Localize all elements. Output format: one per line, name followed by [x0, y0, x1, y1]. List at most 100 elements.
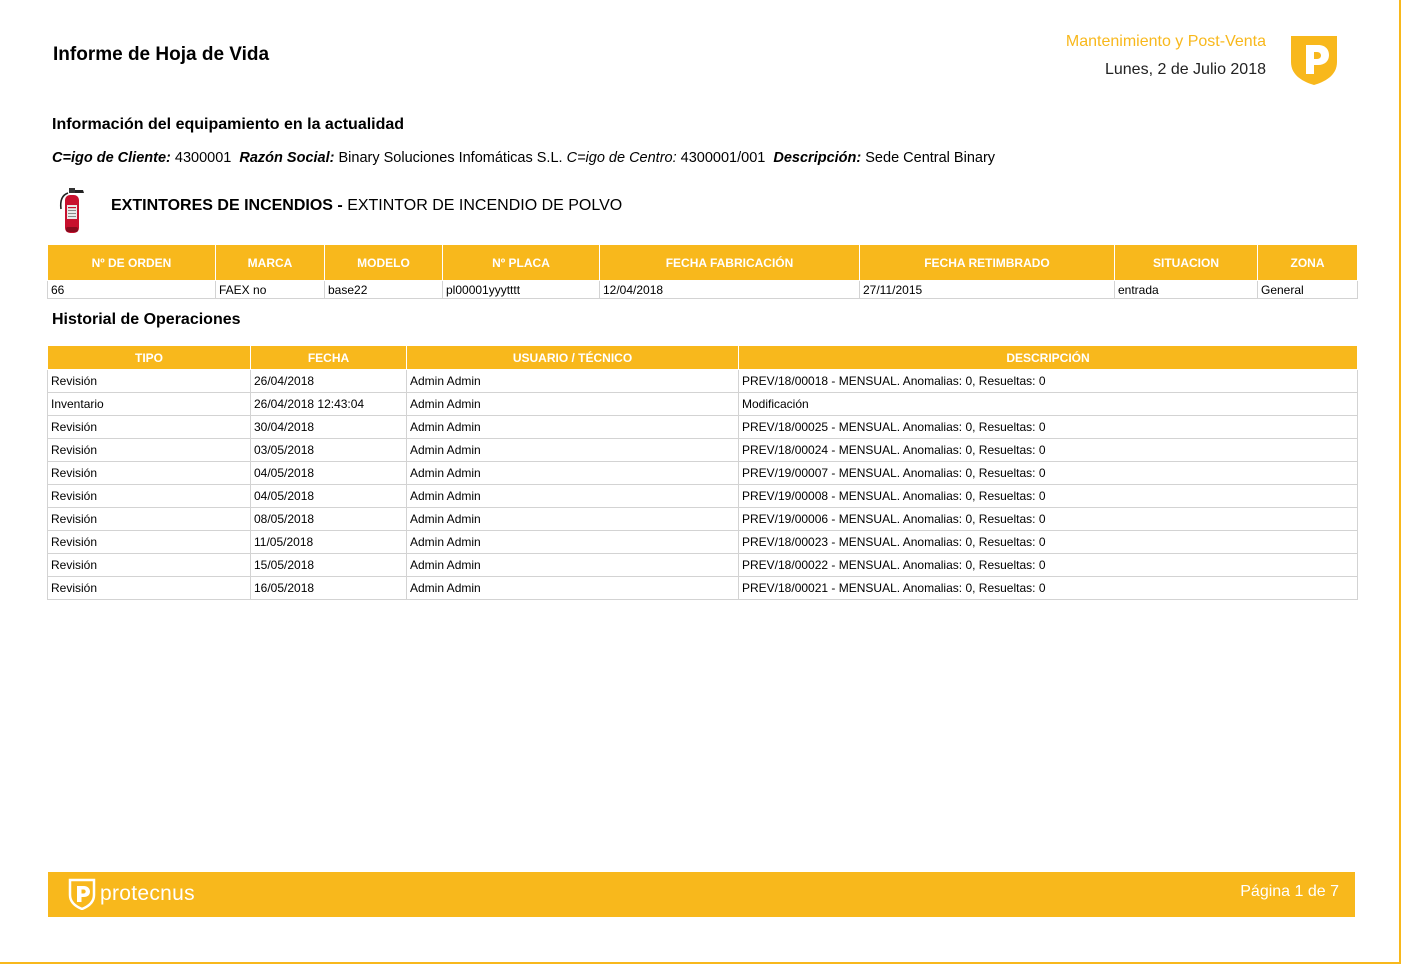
centro-code-value: 4300001/001 [680, 150, 766, 166]
cell-descripcion: PREV/19/00007 - MENSUAL. Anomalias: 0, R… [738, 461, 1358, 485]
razon-social-label: Razón Social: [239, 150, 335, 166]
cell-fecha: 11/05/2018 [250, 530, 407, 554]
cell-usuario: Admin Admin [406, 530, 739, 554]
cell-tipo: Revisión [47, 369, 251, 393]
table-row: Inventario 26/04/2018 12:43:04 Admin Adm… [47, 392, 1358, 416]
table-row: 66 FAEX no base22 pl00001yyytttt 12/04/2… [47, 280, 1358, 299]
cell-usuario: Admin Admin [406, 369, 739, 393]
table-row: Revisión 04/05/2018 Admin Admin PREV/19/… [47, 461, 1358, 485]
cell-descripcion: PREV/18/00018 - MENSUAL. Anomalias: 0, R… [738, 369, 1358, 393]
column-header-situacion: SITUACION [1114, 244, 1258, 281]
equipment-situacion: entrada [1114, 280, 1258, 299]
equipment-heading: EXTINTORES DE INCENDIOS - EXTINTOR DE IN… [111, 197, 622, 215]
column-header-tipo: TIPO [47, 345, 251, 370]
cell-descripcion: PREV/18/00022 - MENSUAL. Anomalias: 0, R… [738, 553, 1358, 577]
cell-fecha: 30/04/2018 [250, 415, 407, 439]
cell-descripcion: Modificación [738, 392, 1358, 416]
table-row: Revisión 16/05/2018 Admin Admin PREV/18/… [47, 576, 1358, 600]
cell-usuario: Admin Admin [406, 484, 739, 508]
equipment-section-title: Información del equipamiento en la actua… [52, 116, 405, 133]
cell-usuario: Admin Admin [406, 461, 739, 485]
equipment-modelo: base22 [324, 280, 443, 299]
equipment-marca: FAEX no [215, 280, 325, 299]
column-header-marca: MARCA [215, 244, 325, 281]
cell-tipo: Revisión [47, 530, 251, 554]
cell-descripcion: PREV/19/00006 - MENSUAL. Anomalias: 0, R… [738, 507, 1358, 531]
operations-history-table: TIPO FECHA USUARIO / TÉCNICO DESCRIPCIÓN… [47, 345, 1358, 600]
table-row: Revisión 15/05/2018 Admin Admin PREV/18/… [47, 553, 1358, 577]
column-header-fecha: FECHA [250, 345, 407, 370]
protecnus-p-logo-icon [68, 878, 96, 910]
cell-descripcion: PREV/18/00021 - MENSUAL. Anomalias: 0, R… [738, 576, 1358, 600]
cell-descripcion: PREV/18/00024 - MENSUAL. Anomalias: 0, R… [738, 438, 1358, 462]
history-header-row: TIPO FECHA USUARIO / TÉCNICO DESCRIPCIÓN [47, 345, 1358, 370]
equipment-category: EXTINTORES DE INCENDIOS - [111, 197, 343, 214]
centro-code-label: C=igo de Centro: [566, 150, 677, 166]
history-section-title: Historial de Operaciones [52, 311, 241, 328]
equipment-table: Nº DE ORDEN MARCA MODELO Nº PLACA FECHA … [47, 244, 1358, 299]
cell-tipo: Revisión [47, 576, 251, 600]
footer-logo: protecnus [68, 878, 195, 910]
page-footer: protecnus Página 1 de 7 [48, 872, 1355, 917]
protecnus-logo-icon [1291, 36, 1337, 85]
cell-fecha: 26/04/2018 12:43:04 [250, 392, 407, 416]
description-value: Sede Central Binary [865, 150, 996, 166]
cell-usuario: Admin Admin [406, 576, 739, 600]
table-row: Revisión 26/04/2018 Admin Admin PREV/18/… [47, 369, 1358, 393]
cell-usuario: Admin Admin [406, 415, 739, 439]
page-number: Página 1 de 7 [1240, 883, 1339, 900]
cell-fecha: 15/05/2018 [250, 553, 407, 577]
cell-fecha: 26/04/2018 [250, 369, 407, 393]
cell-fecha: 08/05/2018 [250, 507, 407, 531]
cell-tipo: Revisión [47, 438, 251, 462]
cell-usuario: Admin Admin [406, 438, 739, 462]
report-date: Lunes, 2 de Julio 2018 [1104, 61, 1266, 78]
equipment-fabricacion: 12/04/2018 [599, 280, 860, 299]
column-header-fabricacion: FECHA FABRICACIÓN [599, 244, 860, 281]
cell-tipo: Revisión [47, 461, 251, 485]
department-label: Mantenimiento y Post-Venta [1065, 33, 1266, 50]
razon-social-value: Binary Soluciones Infomáticas S.L. [338, 150, 563, 166]
cell-fecha: 04/05/2018 [250, 484, 407, 508]
column-header-zona: ZONA [1257, 244, 1358, 281]
equipment-placa: pl00001yyytttt [442, 280, 600, 299]
cell-tipo: Revisión [47, 507, 251, 531]
report-page: Informe de Hoja de Vida Mantenimiento y … [0, 0, 1401, 964]
cell-descripcion: PREV/18/00025 - MENSUAL. Anomalias: 0, R… [738, 415, 1358, 439]
cell-fecha: 03/05/2018 [250, 438, 407, 462]
column-header-usuario: USUARIO / TÉCNICO [406, 345, 739, 370]
equipment-retimbrado: 27/11/2015 [859, 280, 1115, 299]
cell-tipo: Inventario [47, 392, 251, 416]
client-code-value: 4300001 [174, 150, 232, 166]
column-header-orden: Nº DE ORDEN [47, 244, 216, 281]
client-code-label: C=igo de Cliente: [52, 150, 171, 166]
table-row: Revisión 11/05/2018 Admin Admin PREV/18/… [47, 530, 1358, 554]
equipment-orden: 66 [47, 280, 216, 299]
equipment-zona: General [1257, 280, 1358, 299]
equipment-name: EXTINTOR DE INCENDIO DE POLVO [347, 197, 623, 214]
equipment-header-row: Nº DE ORDEN MARCA MODELO Nº PLACA FECHA … [47, 244, 1358, 281]
cell-descripcion: PREV/19/00008 - MENSUAL. Anomalias: 0, R… [738, 484, 1358, 508]
footer-brand-name: protecnus [100, 882, 195, 905]
cell-fecha: 16/05/2018 [250, 576, 407, 600]
cell-usuario: Admin Admin [406, 507, 739, 531]
history-rows: Revisión 26/04/2018 Admin Admin PREV/18/… [47, 369, 1358, 600]
cell-usuario: Admin Admin [406, 392, 739, 416]
table-row: Revisión 08/05/2018 Admin Admin PREV/19/… [47, 507, 1358, 531]
column-header-descripcion: DESCRIPCIÓN [738, 345, 1358, 370]
client-info-line: C=igo de Cliente: 4300001 Razón Social: … [52, 150, 995, 166]
report-title: Informe de Hoja de Vida [53, 44, 270, 65]
cell-usuario: Admin Admin [406, 553, 739, 577]
column-header-placa: Nº PLACA [442, 244, 600, 281]
table-row: Revisión 30/04/2018 Admin Admin PREV/18/… [47, 415, 1358, 439]
cell-fecha: 04/05/2018 [250, 461, 407, 485]
cell-descripcion: PREV/18/00023 - MENSUAL. Anomalias: 0, R… [738, 530, 1358, 554]
cell-tipo: Revisión [47, 484, 251, 508]
column-header-retimbrado: FECHA RETIMBRADO [859, 244, 1115, 281]
cell-tipo: Revisión [47, 415, 251, 439]
description-label: Descripción: [773, 150, 862, 166]
fire-extinguisher-icon [59, 188, 84, 233]
cell-tipo: Revisión [47, 553, 251, 577]
column-header-modelo: MODELO [324, 244, 443, 281]
table-row: Revisión 03/05/2018 Admin Admin PREV/18/… [47, 438, 1358, 462]
